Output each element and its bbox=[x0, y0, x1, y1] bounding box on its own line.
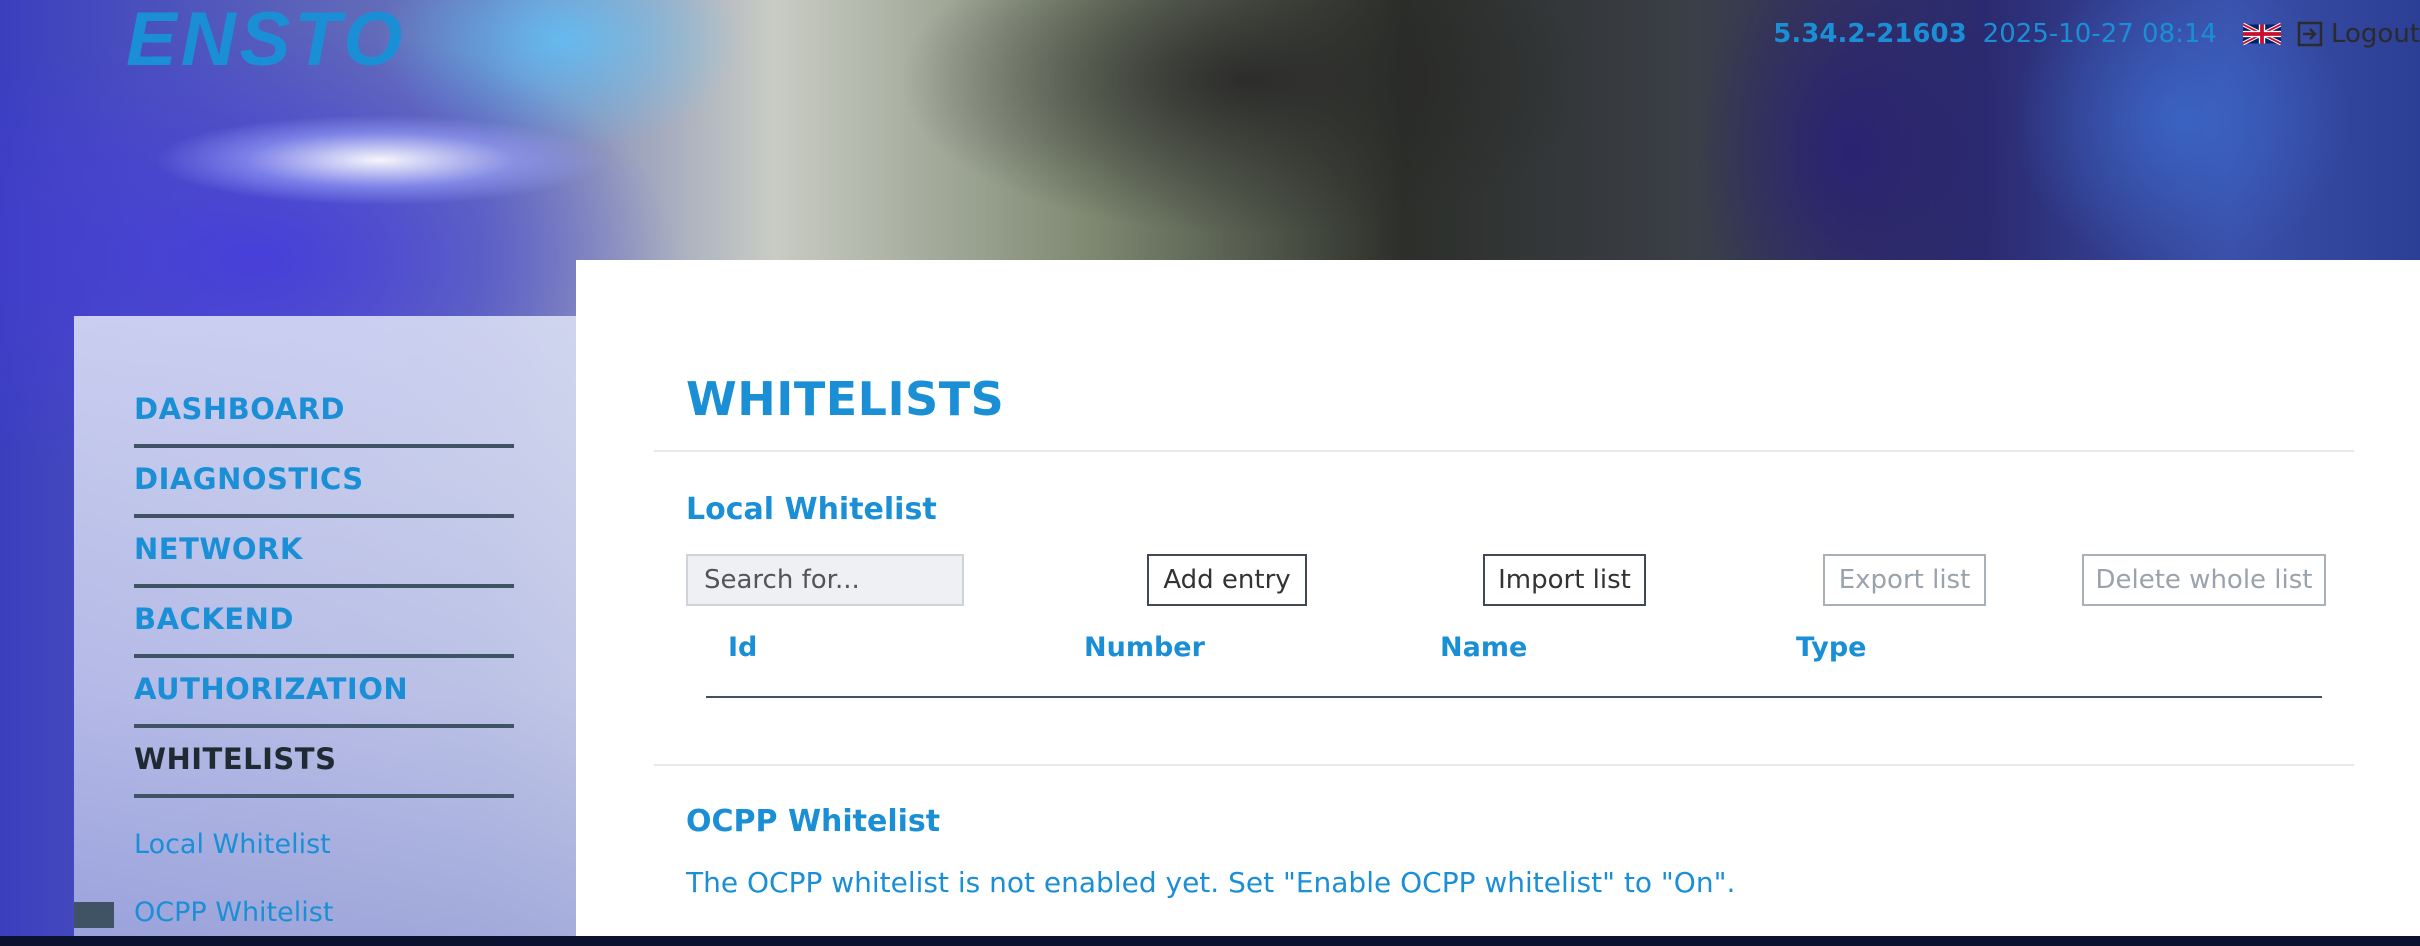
search-input[interactable] bbox=[686, 554, 964, 606]
top-bar: 5.34.2-21603 2025-10-27 08:14 Logout bbox=[1773, 16, 2420, 52]
ensto-logo: ENSTO bbox=[126, 0, 407, 82]
divider bbox=[654, 450, 2354, 452]
export-list-button[interactable]: Export list bbox=[1823, 554, 1986, 606]
main-panel: WHITELISTS Local Whitelist Add entry Imp… bbox=[576, 260, 2420, 936]
datetime-label: 2025-10-27 08:14 bbox=[1982, 19, 2217, 49]
sidebar-item-authorization[interactable]: AUTHORIZATION bbox=[134, 658, 514, 728]
column-header-id[interactable]: Id bbox=[728, 632, 757, 663]
sidebar-subnav: Local Whitelist OCPP Whitelist bbox=[74, 810, 554, 946]
sidebar-nav: DASHBOARD DIAGNOSTICS NETWORK BACKEND AU… bbox=[134, 378, 514, 798]
sidebar-item-diagnostics[interactable]: DIAGNOSTICS bbox=[134, 448, 514, 518]
import-list-button[interactable]: Import list bbox=[1483, 554, 1646, 606]
ocpp-whitelist-title: OCPP Whitelist bbox=[686, 804, 941, 839]
ocpp-notice-text: The OCPP whitelist is not enabled yet. S… bbox=[686, 866, 1736, 899]
local-whitelist-title: Local Whitelist bbox=[686, 492, 937, 527]
subnav-label: Local Whitelist bbox=[134, 828, 331, 860]
sidebar-item-dashboard[interactable]: DASHBOARD bbox=[134, 378, 514, 448]
divider bbox=[654, 764, 2354, 766]
subnav-label: OCPP Whitelist bbox=[134, 896, 334, 928]
subnav-item-local-whitelist[interactable]: Local Whitelist bbox=[134, 810, 554, 878]
version-label: 5.34.2-21603 bbox=[1773, 19, 1967, 49]
delete-whole-list-button[interactable]: Delete whole list bbox=[2082, 554, 2326, 606]
sidebar-item-network[interactable]: NETWORK bbox=[134, 518, 514, 588]
uk-flag-icon[interactable] bbox=[2242, 20, 2282, 48]
sidebar: DASHBOARD DIAGNOSTICS NETWORK BACKEND AU… bbox=[74, 316, 576, 936]
logout-button[interactable]: Logout bbox=[2297, 19, 2420, 49]
sidebar-item-whitelists[interactable]: WHITELISTS bbox=[134, 728, 514, 798]
sidebar-item-backend[interactable]: BACKEND bbox=[134, 588, 514, 658]
column-header-type[interactable]: Type bbox=[1796, 632, 1866, 663]
active-marker bbox=[74, 902, 114, 928]
page-title: WHITELISTS bbox=[686, 372, 1005, 426]
column-header-name[interactable]: Name bbox=[1440, 632, 1527, 663]
column-header-number[interactable]: Number bbox=[1084, 632, 1205, 663]
table-header-rule bbox=[706, 696, 2322, 698]
logout-label: Logout bbox=[2330, 19, 2420, 49]
logout-icon bbox=[2297, 21, 2323, 47]
add-entry-button[interactable]: Add entry bbox=[1147, 554, 1307, 606]
